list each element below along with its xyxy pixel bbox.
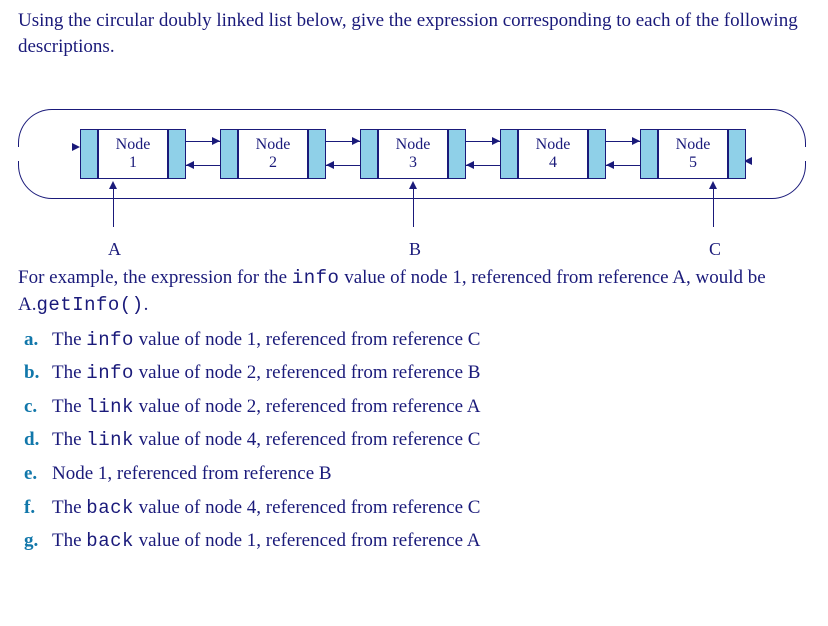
linked-list-diagram: Node 1 Node 2 Node 3 Node 4 (18, 69, 810, 259)
node-1-label-top: Node (116, 136, 151, 154)
example-text: For example, the expression for the info… (18, 265, 810, 318)
q-a-pre: The (52, 329, 86, 350)
q-d-pre: The (52, 429, 86, 450)
q-c-pre: The (52, 396, 86, 417)
q-a-post: value of node 1, referenced from referen… (134, 329, 481, 350)
example-code2: getInfo() (36, 294, 143, 316)
wrap-forward-arrowhead (72, 143, 80, 151)
example-pre: For example, the expression for the (18, 267, 292, 288)
node-2-back-ptr (220, 129, 238, 179)
q-e-pre: Node 1, referenced from reference B (52, 463, 332, 484)
marker-f: f. (24, 495, 35, 521)
question-f: f. The back value of node 4, referenced … (18, 495, 810, 522)
back-3-2-arrow (326, 161, 334, 169)
node-1: Node 1 (80, 129, 186, 179)
back-2-1-arrow (186, 161, 194, 169)
node-5-label-top: Node (676, 136, 711, 154)
node-2-link-ptr (308, 129, 326, 179)
node-4-link-ptr (588, 129, 606, 179)
node-5-main: Node 5 (658, 129, 728, 179)
question-e: e. Node 1, referenced from reference B (18, 461, 810, 488)
node-4: Node 4 (500, 129, 606, 179)
node-2-main: Node 2 (238, 129, 308, 179)
marker-c: c. (24, 394, 37, 420)
node-4-main: Node 4 (518, 129, 588, 179)
node-3-label-bot: 3 (409, 154, 417, 172)
marker-e: e. (24, 461, 37, 487)
question-c: c. The link value of node 2, referenced … (18, 394, 810, 421)
node-5: Node 5 (640, 129, 746, 179)
node-2-label-bot: 2 (269, 154, 277, 172)
ref-B-arrow (409, 181, 417, 189)
link-4-5-arrow (632, 137, 640, 145)
ref-A-arrow (109, 181, 117, 189)
q-g-post: value of node 1, referenced from referen… (134, 530, 481, 551)
question-d: d. The link value of node 4, referenced … (18, 427, 810, 454)
node-2-label-top: Node (256, 136, 291, 154)
node-4-label-top: Node (536, 136, 571, 154)
q-g-pre: The (52, 530, 86, 551)
q-d-post: value of node 4, referenced from referen… (134, 429, 481, 450)
question-a: a. The info value of node 1, referenced … (18, 327, 810, 354)
back-5-4-arrow (606, 161, 614, 169)
node-2: Node 2 (220, 129, 326, 179)
question-prompt: Using the circular doubly linked list be… (18, 8, 810, 59)
ref-A-line (113, 187, 114, 227)
node-4-label-bot: 4 (549, 154, 557, 172)
question-list: a. The info value of node 1, referenced … (18, 327, 810, 555)
marker-a: a. (24, 327, 38, 353)
q-b-code: info (86, 362, 134, 384)
example-post: . (144, 294, 149, 315)
q-b-post: value of node 2, referenced from referen… (134, 362, 481, 383)
q-c-code: link (86, 396, 134, 418)
marker-g: g. (24, 528, 38, 554)
link-2-3-arrow (352, 137, 360, 145)
node-5-label-bot: 5 (689, 154, 697, 172)
example-code1: info (292, 267, 340, 289)
question-b: b. The info value of node 2, referenced … (18, 360, 810, 387)
node-3-main: Node 3 (378, 129, 448, 179)
link-3-4-arrow (492, 137, 500, 145)
q-b-pre: The (52, 362, 86, 383)
node-5-back-ptr (640, 129, 658, 179)
node-1-label-bot: 1 (129, 154, 137, 172)
ref-A-label: A (108, 237, 121, 261)
node-3-label-top: Node (396, 136, 431, 154)
q-f-post: value of node 4, referenced from referen… (134, 497, 481, 518)
ref-C-label: C (709, 237, 721, 261)
ref-B-line (413, 187, 414, 227)
node-4-back-ptr (500, 129, 518, 179)
node-3: Node 3 (360, 129, 466, 179)
q-g-code: back (86, 530, 134, 552)
ref-B-label: B (409, 237, 421, 261)
node-5-link-ptr (728, 129, 746, 179)
q-f-pre: The (52, 497, 86, 518)
marker-b: b. (24, 360, 39, 386)
q-c-post: value of node 2, referenced from referen… (134, 396, 481, 417)
back-4-3-arrow (466, 161, 474, 169)
ref-C-line (713, 187, 714, 227)
node-1-link-ptr (168, 129, 186, 179)
page: Using the circular doubly linked list be… (0, 0, 828, 626)
node-3-link-ptr (448, 129, 466, 179)
node-3-back-ptr (360, 129, 378, 179)
node-1-main: Node 1 (98, 129, 168, 179)
ref-C-arrow (709, 181, 717, 189)
q-f-code: back (86, 497, 134, 519)
link-1-2-arrow (212, 137, 220, 145)
question-g: g. The back value of node 1, referenced … (18, 528, 810, 555)
q-d-code: link (86, 429, 134, 451)
marker-d: d. (24, 427, 39, 453)
node-1-back-ptr (80, 129, 98, 179)
q-a-code: info (86, 329, 134, 351)
